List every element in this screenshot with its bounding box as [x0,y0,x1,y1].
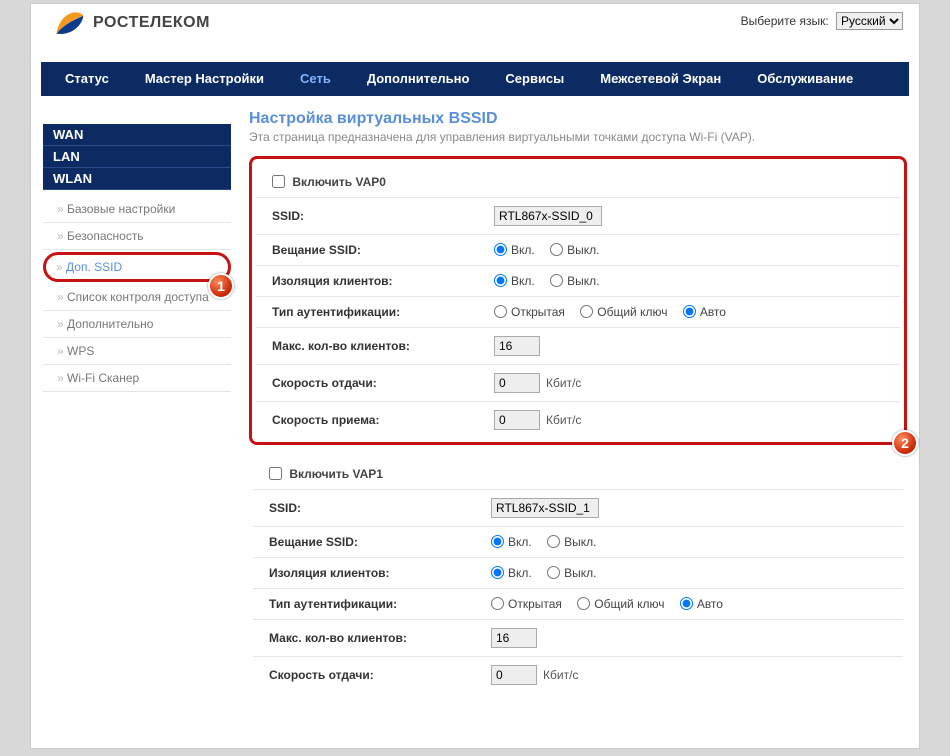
vap0-maxclients-label: Макс. кол-во клиентов: [256,328,488,365]
vap1-auth-auto-radio[interactable] [680,597,693,610]
page-title: Настройка виртуальных BSSID [249,110,907,128]
sidebar-major-lan[interactable]: LAN [43,146,231,168]
rostelecom-icon [51,5,87,41]
vap0-form: Включить VAP0 SSID: Вещание SSID: Вкл. В… [256,167,900,438]
vap0-panel: 2 Включить VAP0 SSID: [249,156,907,445]
vap0-tx-input[interactable] [494,373,540,393]
vap0-broadcast-off[interactable]: Выкл. [550,243,599,257]
vap1-maxclients-input[interactable] [491,628,537,648]
vap1-isolation-label: Изоляция клиентов: [253,558,485,589]
nav-wizard[interactable]: Мастер Настройки [127,62,282,96]
vap0-broadcast-off-radio[interactable] [550,243,563,256]
vap0-rx-input[interactable] [494,410,540,430]
sidebar-major-wlan[interactable]: WLAN [43,168,231,190]
sidebar-item-acl[interactable]: Список контроля доступа [43,284,231,311]
vap0-auth-auto[interactable]: Авто [683,305,726,319]
nav-maintenance[interactable]: Обслуживание [739,62,871,96]
vap1-section: Включить VAP1 SSID: Вещание SSID: Вкл. В… [249,459,907,693]
sidebar-item-security[interactable]: Безопасность [43,223,231,250]
vap1-form: Включить VAP1 SSID: Вещание SSID: Вкл. В… [253,459,903,693]
vap0-enable-row[interactable]: Включить VAP0 [272,175,386,189]
sidebar-item-basic[interactable]: Базовые настройки [43,196,231,223]
sidebar: WAN LAN WLAN Базовые настройки Безопасно… [43,106,231,693]
annotation-badge-2: 2 [892,430,918,456]
vap1-broadcast-label: Вещание SSID: [253,527,485,558]
main-nav: Статус Мастер Настройки Сеть Дополнитель… [41,62,909,96]
language-label: Выберите язык: [741,14,829,28]
nav-network[interactable]: Сеть [282,62,349,96]
vap0-auth-auto-radio[interactable] [683,305,696,318]
page-root: РОСТЕЛЕКОМ Выберите язык: Русский Статус… [30,3,920,749]
sidebar-item-wps[interactable]: WPS [43,338,231,365]
header: РОСТЕЛЕКОМ Выберите язык: Русский [31,4,919,58]
vap1-isolation-off-radio[interactable] [547,566,560,579]
vap1-isolation-on[interactable]: Вкл. [491,566,532,580]
page-description: Эта страница предназначена для управлени… [249,130,907,144]
vap1-tx-label: Скорость отдачи: [253,657,485,694]
vap0-isolation-on[interactable]: Вкл. [494,274,535,288]
vap0-isolation-on-radio[interactable] [494,274,507,287]
vap1-isolation-off[interactable]: Выкл. [547,566,596,580]
nav-services[interactable]: Сервисы [487,62,582,96]
vap0-ssid-label: SSID: [256,198,488,235]
vap1-ssid-input[interactable] [491,498,599,518]
vap0-isolation-off[interactable]: Выкл. [550,274,599,288]
sidebar-item-advanced[interactable]: Дополнительно [43,311,231,338]
vap0-auth-label: Тип аутентификации: [256,297,488,328]
vap1-broadcast-off[interactable]: Выкл. [547,535,596,549]
vap0-auth-open[interactable]: Открытая [494,305,565,319]
vap1-ssid-label: SSID: [253,490,485,527]
vap1-enable-label: Включить VAP1 [289,467,383,481]
sidebar-major-wan[interactable]: WAN [43,124,231,146]
vap0-tx-label: Скорость отдачи: [256,365,488,402]
sidebar-item-scanner[interactable]: Wi-Fi Сканер [43,365,231,392]
language-picker: Выберите язык: Русский [741,12,903,30]
vap0-enable-label: Включить VAP0 [292,175,386,189]
vap1-auth-shared-radio[interactable] [577,597,590,610]
vap0-broadcast-on-radio[interactable] [494,243,507,256]
vap0-enable-checkbox[interactable] [272,175,285,188]
vap0-broadcast-label: Вещание SSID: [256,235,488,266]
vap0-broadcast-on[interactable]: Вкл. [494,243,535,257]
sidebar-item-add-ssid[interactable]: Доп. SSID [56,258,224,276]
content: WAN LAN WLAN Базовые настройки Безопасно… [31,96,919,693]
vap0-rx-unit: Кбит/с [546,413,581,427]
vap0-isolation-off-radio[interactable] [550,274,563,287]
vap1-broadcast-off-radio[interactable] [547,535,560,548]
annotation-1: Доп. SSID 1 [43,252,231,282]
brand-logo: РОСТЕЛЕКОМ [51,5,210,41]
vap0-auth-open-radio[interactable] [494,305,507,318]
nav-status[interactable]: Статус [47,62,127,96]
vap1-tx-input[interactable] [491,665,537,685]
vap0-auth-shared-radio[interactable] [580,305,593,318]
vap1-auth-open-radio[interactable] [491,597,504,610]
main: Настройка виртуальных BSSID Эта страница… [249,106,907,693]
brand-name: РОСТЕЛЕКОМ [93,14,210,32]
vap1-auth-open[interactable]: Открытая [491,597,562,611]
vap1-auth-auto[interactable]: Авто [680,597,723,611]
sidebar-subnav: Базовые настройки Безопасность Доп. SSID… [43,196,231,392]
vap1-enable-row[interactable]: Включить VAP1 [269,467,383,481]
vap0-auth-shared[interactable]: Общий ключ [580,305,667,319]
vap1-auth-shared[interactable]: Общий ключ [577,597,664,611]
vap1-enable-checkbox[interactable] [269,467,282,480]
vap1-tx-unit: Кбит/с [543,668,578,682]
nav-advanced[interactable]: Дополнительно [349,62,488,96]
vap0-ssid-input[interactable] [494,206,602,226]
vap0-rx-label: Скорость приема: [256,402,488,439]
vap1-maxclients-label: Макс. кол-во клиентов: [253,620,485,657]
vap0-tx-unit: Кбит/с [546,376,581,390]
annotation-badge-1: 1 [208,273,234,299]
vap1-broadcast-on[interactable]: Вкл. [491,535,532,549]
vap0-isolation-label: Изоляция клиентов: [256,266,488,297]
vap1-broadcast-on-radio[interactable] [491,535,504,548]
nav-firewall[interactable]: Межсетевой Экран [582,62,739,96]
vap0-maxclients-input[interactable] [494,336,540,356]
vap1-isolation-on-radio[interactable] [491,566,504,579]
vap1-auth-label: Тип аутентификации: [253,589,485,620]
language-select[interactable]: Русский [836,12,903,30]
